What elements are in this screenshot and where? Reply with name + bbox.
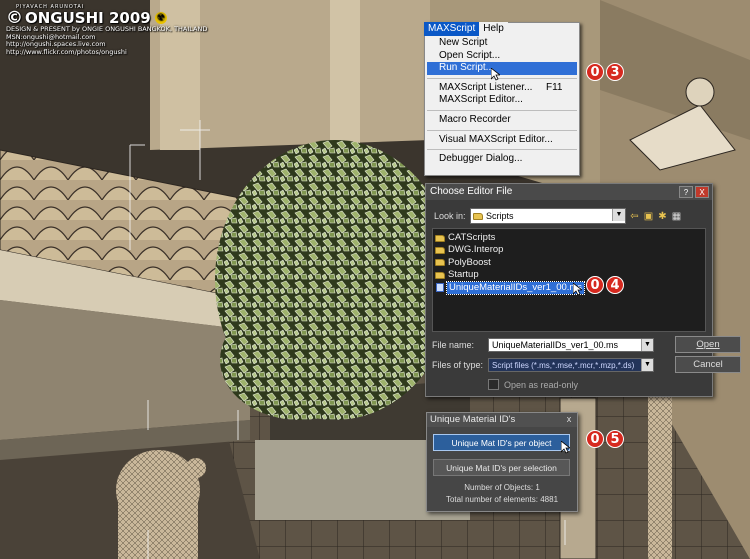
- watermark: PIYAVACH ARUNOTAI © ONGUSHI 2009 ☢ DESIG…: [6, 4, 207, 56]
- panel-title: Unique Material ID's: [430, 414, 516, 425]
- script-file-icon: [436, 283, 444, 293]
- chevron-down-icon: ▼: [641, 358, 653, 371]
- choose-editor-file-dialog: Choose Editor File ? X Look in: Scripts …: [425, 183, 741, 397]
- open-button-label: Open: [696, 339, 720, 350]
- file-list-items: CATScripts DWG.Interop PolyBoost Startup…: [433, 229, 705, 296]
- callout-digit: 0: [586, 430, 604, 448]
- look-in-value: Scripts: [486, 211, 514, 221]
- file-name: CATScripts: [448, 232, 496, 243]
- menu-item-label: Open Script...: [439, 49, 501, 61]
- menu-item-label: Debugger Dialog...: [439, 153, 523, 165]
- help-button[interactable]: ?: [679, 186, 693, 198]
- menu-separator: [427, 129, 577, 131]
- view-menu-icon[interactable]: ▦: [671, 211, 682, 222]
- menu-item-label: Run Script...: [439, 62, 495, 74]
- menu-shortcut: F11: [546, 81, 563, 93]
- list-item-polyboost[interactable]: PolyBoost: [433, 257, 705, 269]
- files-of-type-dropdown[interactable]: Script files (*.ms,*.mse,*.mcr,*.mzp,*.d…: [488, 357, 654, 372]
- screenshot-root: PIYAVACH ARUNOTAI © ONGUSHI 2009 ☢ DESIG…: [0, 0, 750, 559]
- menu-item-visual-maxscript-editor[interactable]: Visual MAXScript Editor...: [425, 134, 579, 147]
- menu-item-label: Macro Recorder: [439, 113, 511, 125]
- menu-separator: [427, 149, 577, 151]
- total-number-of-elements: Total number of elements: 4881: [445, 495, 559, 504]
- callout-digit: 0: [586, 276, 604, 294]
- file-list[interactable]: CATScripts DWG.Interop PolyBoost Startup…: [432, 228, 706, 332]
- menu-item-maxscript-listener[interactable]: MAXScript Listener... F11: [425, 82, 579, 95]
- menu-item-macro-recorder[interactable]: Macro Recorder: [425, 114, 579, 127]
- callout-digit: 3: [606, 63, 624, 81]
- panel-title-bar[interactable]: Unique Material ID's x: [427, 413, 577, 427]
- chevron-down-icon: ▼: [612, 209, 625, 221]
- menu-item-label: New Script: [439, 37, 488, 48]
- title-buttons: ? X: [679, 186, 709, 198]
- copyright-symbol: ©: [6, 8, 23, 28]
- unique-mat-ids-per-object-button[interactable]: Unique Mat ID's per object: [433, 434, 570, 451]
- step-callout-05: 0 5: [586, 430, 624, 448]
- file-name-field[interactable]: UniqueMaterialIDs_ver1_00.ms ▼: [488, 337, 654, 352]
- file-name: UniqueMaterialIDs_ver1_00.ms: [445, 280, 586, 296]
- watermark-title: © ONGUSHI 2009 ☢: [6, 8, 207, 28]
- folder-icon: [435, 271, 445, 279]
- menu-items: New Script Open Script... Run Script... …: [425, 37, 579, 166]
- close-icon[interactable]: x: [564, 414, 574, 424]
- look-in-label: Look in:: [434, 211, 466, 221]
- folder-icon: [473, 212, 483, 220]
- up-folder-icon[interactable]: ▣: [643, 211, 654, 222]
- dialog-title: Choose Editor File: [430, 186, 513, 197]
- folder-icon: [435, 234, 445, 242]
- file-name: PolyBoost: [448, 256, 491, 268]
- list-item-uniquematerialids[interactable]: UniqueMaterialIDs_ver1_00.ms: [433, 280, 705, 296]
- file-name-value: UniqueMaterialIDs_ver1_00.ms: [492, 339, 619, 350]
- files-of-type-label: Files of type:: [432, 359, 484, 370]
- list-item-dwg-interop[interactable]: DWG.Interop: [433, 244, 705, 256]
- file-name-label: File name:: [432, 339, 475, 350]
- menu-item-run-script[interactable]: Run Script...: [427, 62, 577, 75]
- read-only-checkbox[interactable]: [488, 379, 499, 390]
- menu-item-maxscript-editor[interactable]: MAXScript Editor...: [425, 94, 579, 107]
- menu-item-label: MAXScript Editor...: [439, 94, 523, 106]
- list-item-startup[interactable]: Startup: [433, 269, 705, 281]
- dialog-title-bar[interactable]: Choose Editor File ? X: [426, 184, 712, 200]
- folder-icon: [435, 247, 445, 255]
- files-of-type-value: Script files (*.ms,*.mse,*.mcr,*.mzp,*.d…: [492, 360, 635, 370]
- maxscript-menu: New Script Open Script... Run Script... …: [424, 22, 580, 176]
- menu-item-open-script[interactable]: Open Script...: [425, 50, 579, 63]
- radiation-icon: ☢: [154, 12, 167, 24]
- list-item-catscripts[interactable]: CATScripts: [433, 232, 705, 244]
- unique-mat-ids-per-selection-button[interactable]: Unique Mat ID's per selection: [433, 459, 570, 476]
- callout-digit: 4: [606, 276, 624, 294]
- menubar: MAXScript Help: [424, 22, 508, 36]
- look-in-dropdown[interactable]: Scripts ▼: [470, 208, 626, 224]
- read-only-label: Open as read-only: [504, 379, 579, 390]
- folder-icon: [435, 259, 445, 267]
- menubar-maxscript[interactable]: MAXScript: [424, 22, 480, 36]
- menu-item-label: Visual MAXScript Editor...: [439, 133, 553, 145]
- watermark-title-text: ONGUSHI 2009: [25, 9, 151, 27]
- menu-separator: [427, 77, 577, 79]
- chevron-down-icon: ▼: [641, 338, 653, 351]
- look-in-row: Look in: Scripts ▼ ⇦ ▣ ✱ ▦: [434, 208, 682, 224]
- menubar-help[interactable]: Help: [479, 22, 508, 36]
- menu-item-debugger-dialog[interactable]: Debugger Dialog...: [425, 153, 579, 166]
- step-callout-03: 0 3: [586, 63, 624, 81]
- callout-digit: 0: [586, 63, 604, 81]
- unique-material-ids-panel: Unique Material ID's x Unique Mat ID's p…: [426, 412, 578, 512]
- step-callout-04: 0 4: [586, 276, 624, 294]
- open-button[interactable]: Open: [675, 336, 741, 353]
- menu-item-label: MAXScript Listener...: [439, 81, 533, 93]
- number-of-objects: Number of Objects: 1: [464, 483, 540, 492]
- file-name: DWG.Interop: [448, 244, 504, 256]
- close-button[interactable]: X: [695, 186, 709, 198]
- file-name-row: File name: UniqueMaterialIDs_ver1_00.ms …: [432, 336, 741, 353]
- file-name: Startup: [448, 269, 479, 281]
- files-of-type-row: Files of type: Script files (*.ms,*.mse,…: [432, 356, 741, 373]
- watermark-url2: http://www.flickr.com/photos/ongushi: [6, 47, 127, 56]
- menu-separator: [427, 109, 577, 111]
- new-folder-icon[interactable]: ✱: [657, 211, 668, 222]
- read-only-row: Open as read-only: [488, 379, 578, 390]
- cancel-button[interactable]: Cancel: [675, 356, 741, 373]
- back-arrow-icon[interactable]: ⇦: [629, 211, 640, 222]
- callout-digit: 5: [606, 430, 624, 448]
- menu-item-new-script[interactable]: New Script: [425, 37, 579, 50]
